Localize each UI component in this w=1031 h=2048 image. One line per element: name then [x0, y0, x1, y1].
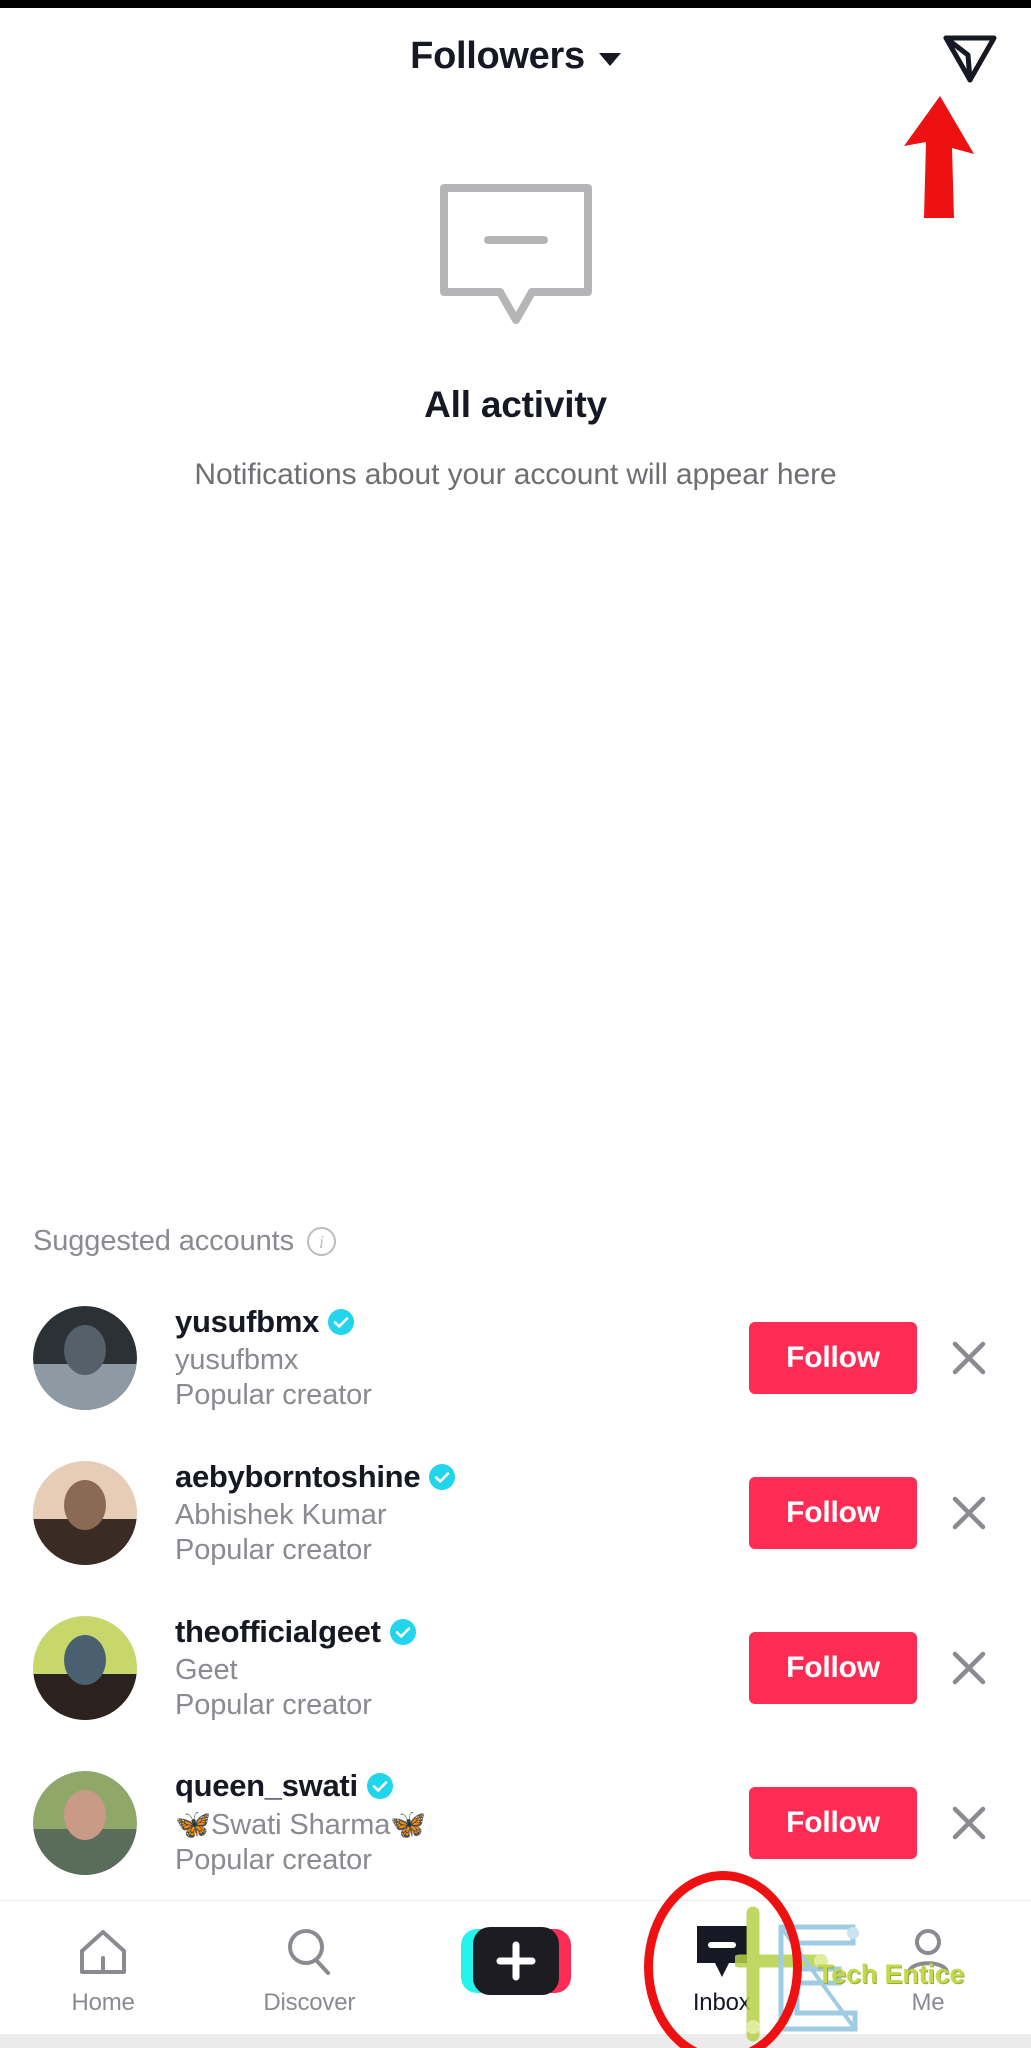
suggested-accounts-label: Suggested accounts	[33, 1225, 294, 1257]
account-meta-label: Popular creator	[175, 1688, 372, 1721]
status-bar	[0, 0, 1031, 8]
avatar[interactable]	[33, 1770, 137, 1875]
account-display-name: Geet	[175, 1653, 238, 1686]
nav-item-home[interactable]: Home	[0, 1923, 206, 2017]
account-meta-label: Popular creator	[175, 1844, 372, 1876]
close-x-icon[interactable]	[931, 1785, 1007, 1861]
account-name-line: aebyborntoshine	[175, 1459, 749, 1495]
follow-button[interactable]: Follow	[749, 1786, 917, 1859]
nav-item-create[interactable]	[412, 1923, 618, 2007]
send-paper-plane-icon[interactable]	[933, 19, 1007, 93]
suggested-accounts-list: yusufbmx yusufbmx Popular creator Follow	[0, 1280, 1031, 1900]
verified-badge-icon	[389, 1618, 416, 1645]
nav-label-discover: Discover	[263, 1989, 356, 2016]
home-icon	[77, 1923, 129, 1981]
close-x-icon[interactable]	[931, 1320, 1007, 1396]
speech-bubble-dash-icon	[439, 184, 592, 324]
account-display-name: Abhishek Kumar	[175, 1498, 387, 1531]
account-meta-label: Popular creator	[175, 1533, 372, 1566]
account-name-line: theofficialgeet	[175, 1614, 749, 1650]
nav-item-discover[interactable]: Discover	[206, 1923, 412, 2017]
avatar[interactable]	[33, 1460, 137, 1565]
account-meta-label: Popular creator	[175, 1378, 372, 1411]
account-info: theofficialgeet Geet Popular creator	[137, 1614, 749, 1722]
chevron-down-icon	[598, 52, 621, 66]
create-plus-icon[interactable]	[459, 1923, 573, 1999]
account-username: theofficialgeet	[175, 1613, 381, 1649]
account-display-name: 🦋Swati Sharma🦋	[175, 1809, 427, 1841]
home-indicator-gutter	[0, 2034, 1031, 2048]
nav-label-inbox: Inbox	[692, 1989, 751, 2016]
follow-button[interactable]: Follow	[749, 1631, 917, 1704]
nav-label-me: Me	[911, 1989, 945, 2016]
person-icon	[902, 1923, 954, 1981]
nav-item-inbox[interactable]: Inbox	[619, 1923, 825, 2017]
inbox-bubble-icon	[694, 1923, 750, 1981]
account-name-line: yusufbmx	[175, 1304, 749, 1340]
account-username: aebyborntoshine	[175, 1458, 421, 1494]
avatar[interactable]	[33, 1305, 137, 1410]
empty-state-subtitle: Notifications about your account will ap…	[194, 458, 837, 491]
account-display-name: yusufbmx	[175, 1343, 299, 1376]
empty-state: All activity Notifications about your ac…	[0, 104, 1031, 492]
follow-button[interactable]: Follow	[749, 1321, 917, 1394]
suggested-account-row[interactable]: queen_swati 🦋Swati Sharma🦋 Popular creat…	[0, 1745, 1031, 1900]
follow-button[interactable]: Follow	[749, 1476, 917, 1549]
header-title-label: Followers	[410, 34, 585, 77]
info-circle-icon[interactable]: i	[307, 1227, 336, 1256]
account-info: aebyborntoshine Abhishek Kumar Popular c…	[137, 1459, 749, 1567]
suggested-account-row[interactable]: aebyborntoshine Abhishek Kumar Popular c…	[0, 1435, 1031, 1590]
account-username: queen_swati	[175, 1768, 358, 1803]
verified-badge-icon	[328, 1308, 355, 1335]
nav-label-home: Home	[71, 1989, 135, 2016]
search-icon	[283, 1923, 335, 1981]
account-info: yusufbmx yusufbmx Popular creator	[137, 1304, 749, 1412]
verified-badge-icon	[429, 1463, 456, 1490]
tiktok-inbox-screen: Followers All activity Notifications abo…	[0, 0, 1031, 2048]
avatar[interactable]	[33, 1615, 137, 1720]
account-info: queen_swati 🦋Swati Sharma🦋 Popular creat…	[137, 1768, 749, 1877]
empty-state-title: All activity	[424, 384, 607, 425]
account-name-line: queen_swati	[175, 1768, 749, 1804]
app-header: Followers	[0, 8, 1031, 104]
close-x-icon[interactable]	[931, 1475, 1007, 1551]
suggested-account-row[interactable]: theofficialgeet Geet Popular creator Fol…	[0, 1590, 1031, 1745]
suggested-accounts-header: Suggested accounts i	[0, 1225, 1031, 1258]
nav-item-me[interactable]: Me	[825, 1923, 1031, 2017]
verified-badge-icon	[366, 1773, 393, 1799]
inbox-filter-dropdown[interactable]: Followers	[410, 35, 621, 78]
account-username: yusufbmx	[175, 1303, 320, 1339]
suggested-account-row[interactable]: yusufbmx yusufbmx Popular creator Follow	[0, 1280, 1031, 1435]
bottom-navigation-bar: Home Discover Inbox Me Tech Entice	[0, 1871, 1031, 2048]
close-x-icon[interactable]	[931, 1630, 1007, 1706]
